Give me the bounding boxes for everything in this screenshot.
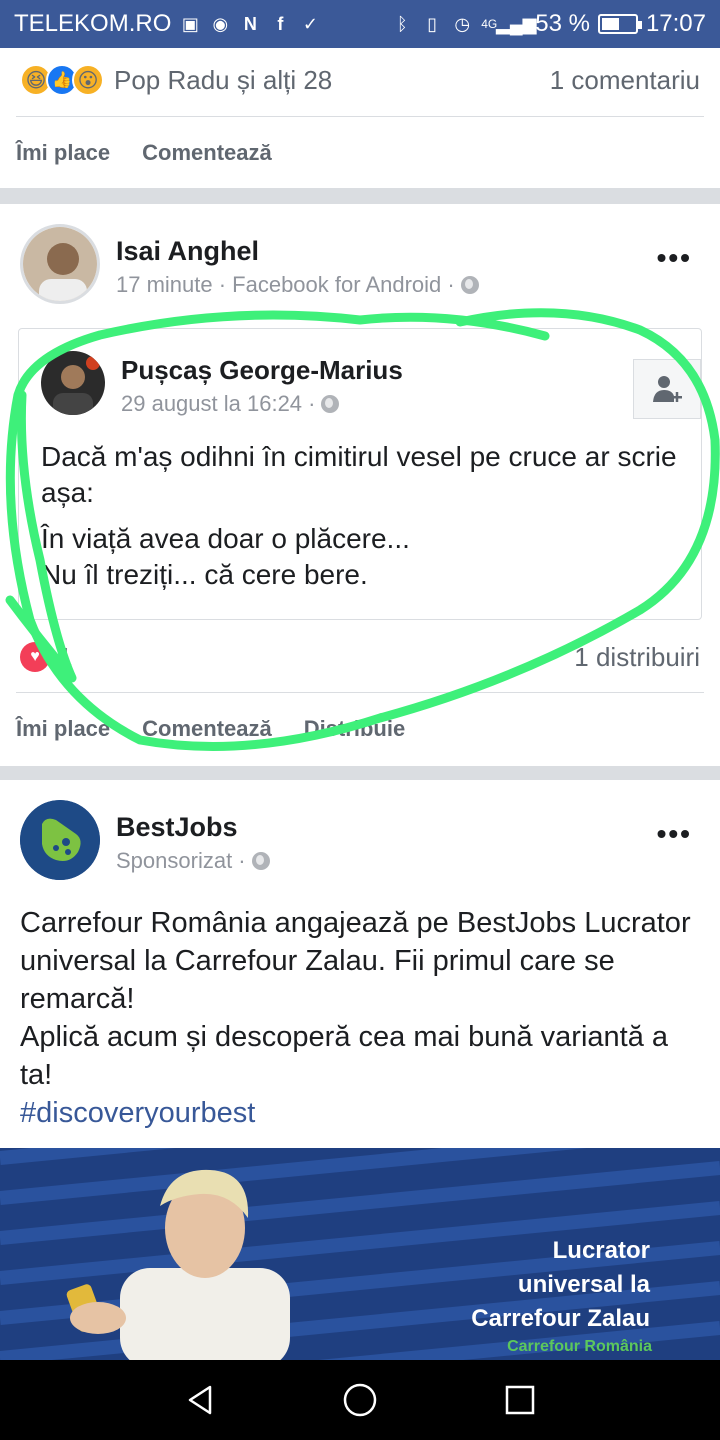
post-meta: 17 minute · Facebook for Android · (116, 272, 479, 298)
ad-text-line-1: Carrefour România angajează pe BestJobs … (20, 907, 691, 1015)
ad-image[interactable]: Lucrator universal la Carrefour Zalau Ca… (0, 1148, 720, 1360)
shares-count[interactable]: 1 distribuiri (574, 642, 700, 673)
carrier-label: TELEKOM.RO (14, 10, 172, 37)
original-meta: 29 august la 16:24 · (121, 391, 340, 417)
ad-title-line-1: Lucrator (552, 1237, 650, 1264)
shared-paragraph-2: În viață avea doar o plăcere... Nu îl tr… (41, 523, 410, 590)
add-friend-button[interactable] (633, 359, 701, 419)
hashtag-link[interactable]: #discoveryourbest (20, 1094, 704, 1132)
post-previous: 😆 👍 😮 Pop Radu și alți 28 1 comentariu Î… (0, 48, 720, 188)
clock: 17:07 (645, 10, 706, 37)
battery-icon (597, 14, 642, 34)
post-sponsored: BestJobs Sponsorizat · ••• Carrefour Rom… (0, 780, 720, 1360)
shared-post[interactable]: Pușcaș George-Marius 29 august la 16:24 … (18, 328, 702, 620)
post-actions: Îmi place Comentează Distribuie (16, 716, 405, 742)
wow-reaction-icon: 😮 (72, 64, 104, 96)
original-author-avatar[interactable] (41, 351, 105, 415)
status-bar: TELEKOM.RO ▣ ◉ N f ✓ ᛒ ▯ ◷ 4G ▂▄▆ 53 % 1… (0, 0, 720, 48)
comment-button[interactable]: Comentează (142, 140, 272, 166)
ad-meta: Sponsorizat · (116, 848, 270, 874)
more-icon[interactable]: ••• (657, 242, 692, 274)
reactions-count[interactable]: 1 (58, 642, 72, 673)
love-reaction-icon: ♥ (20, 642, 50, 672)
shared-paragraph-1: Dacă m'aș odihni în cimitirul vesel pe c… (41, 441, 677, 508)
chrome-icon: ◉ (212, 13, 229, 34)
ad-image-title: Lucrator universal la Carrefour Zalau (471, 1234, 650, 1336)
globe-icon (321, 395, 340, 413)
original-author[interactable]: Pușcaș George-Marius (121, 355, 403, 386)
avatar[interactable] (20, 224, 100, 304)
comments-count[interactable]: 1 comentariu (550, 65, 700, 96)
bestjobs-logo[interactable] (20, 800, 100, 880)
alarm-icon: ◷ (454, 13, 471, 34)
signal-icon: ▂▄▆ (496, 13, 537, 34)
battery-percent: 53 % (535, 10, 590, 37)
recents-icon (505, 1385, 535, 1415)
globe-icon (460, 276, 479, 294)
ad-author[interactable]: BestJobs (116, 812, 238, 843)
ad-image-subtitle: Carrefour România (507, 1338, 652, 1355)
ad-text: Carrefour România angajează pe BestJobs … (20, 904, 704, 1132)
notification-icon: ▣ (181, 13, 199, 34)
back-button[interactable] (160, 1360, 240, 1440)
reactions-summary[interactable]: 😆 👍 😮 Pop Radu și alți 28 1 comentariu (20, 62, 700, 98)
check-icon: ✓ (302, 13, 318, 34)
bluetooth-icon: ᛒ (396, 13, 408, 34)
vibrate-icon: ▯ (427, 13, 438, 34)
facebook-icon: f (277, 13, 284, 34)
original-meta-text: 29 august la 16:24 · (121, 391, 316, 416)
ad-title-line-3: Carrefour Zalau (471, 1305, 650, 1332)
globe-icon (251, 852, 270, 870)
reactions-names: Pop Radu și alți 28 (114, 64, 333, 95)
post-actions: Îmi place Comentează (16, 140, 272, 166)
home-icon (343, 1383, 377, 1417)
ad-meta-text: Sponsorizat · (116, 848, 246, 873)
divider (16, 692, 704, 693)
post-author[interactable]: Isai Anghel (116, 236, 259, 267)
like-button[interactable]: Îmi place (16, 716, 110, 742)
share-button[interactable]: Distribuie (304, 716, 405, 742)
network-label: 4G (481, 17, 498, 31)
post-stats: ♥ 1 1 distribuiri (20, 640, 700, 674)
recents-button[interactable] (480, 1360, 560, 1440)
shared-post-text: Dacă m'aș odihni în cimitirul vesel pe c… (41, 439, 681, 593)
battery-fill (601, 18, 619, 30)
more-icon[interactable]: ••• (657, 818, 692, 850)
ad-text-line-2: Aplică acum și descoperă cea mai bună va… (20, 1021, 669, 1091)
ad-title-line-2: universal la (517, 1271, 650, 1298)
divider (16, 116, 704, 117)
comment-button[interactable]: Comentează (142, 716, 272, 742)
back-icon (188, 1385, 212, 1415)
like-button[interactable]: Îmi place (16, 140, 110, 166)
home-button[interactable] (320, 1360, 400, 1440)
system-nav-bar (0, 1360, 720, 1440)
n-icon: N (243, 13, 257, 34)
post-shared: Isai Anghel 17 minute · Facebook for And… (0, 204, 720, 766)
add-friend-icon (653, 376, 682, 402)
post-meta-text: 17 minute · Facebook for Android · (116, 272, 455, 297)
